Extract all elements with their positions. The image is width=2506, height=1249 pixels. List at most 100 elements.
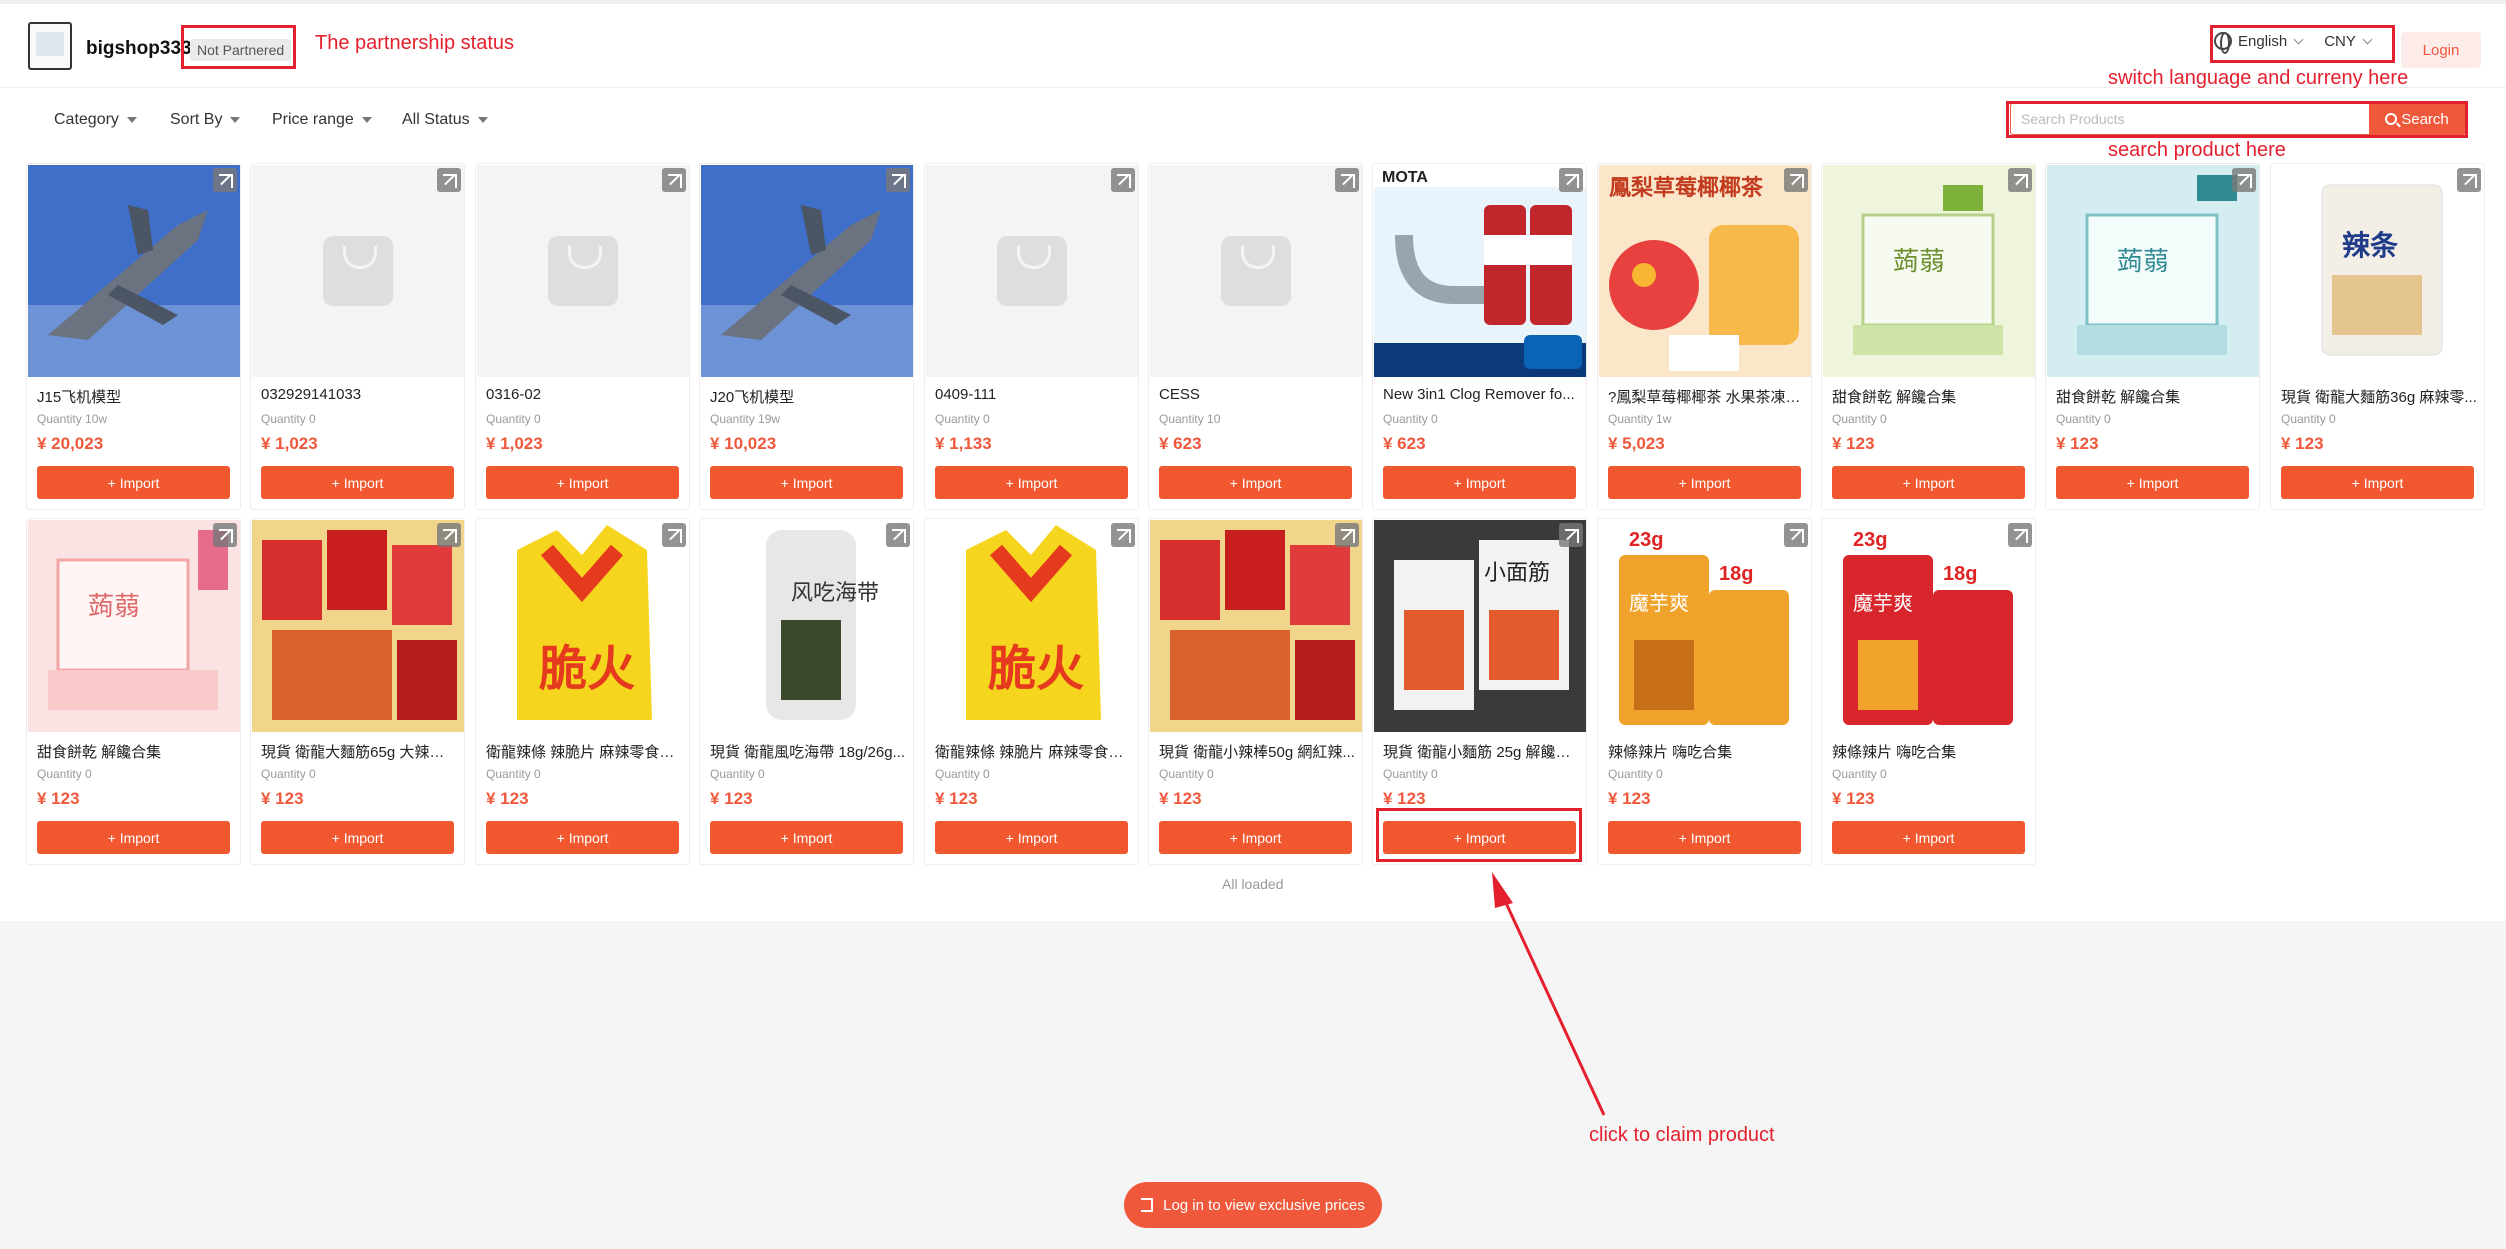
search-input[interactable] xyxy=(2011,104,2369,134)
product-card[interactable]: 辣条 現貨 衛龍大麵筋36g 麻辣零... Quantity 0 ¥ 123 +… xyxy=(2270,163,2485,510)
product-title[interactable]: 現貨 衛龍小辣棒50g 網紅辣... xyxy=(1159,741,1355,762)
import-button[interactable]: + Import xyxy=(1159,466,1352,499)
price-range-filter[interactable]: Price range xyxy=(272,111,372,129)
product-image[interactable] xyxy=(926,165,1138,377)
product-image[interactable] xyxy=(477,165,689,377)
product-image[interactable]: 脆火 xyxy=(926,520,1138,732)
product-card[interactable]: J15飞机模型 Quantity 10w ¥ 20,023 + Import xyxy=(26,163,241,510)
expand-icon[interactable] xyxy=(2008,168,2032,192)
product-title[interactable]: 現貨 衛龍大麵筋36g 麻辣零... xyxy=(2281,386,2477,407)
product-title[interactable]: 衛龍辣條 辣脆片 麻辣零食辣... xyxy=(935,741,1131,762)
product-title[interactable]: 辣條辣片 嗨吃合集 xyxy=(1832,741,2028,762)
product-image[interactable]: 鳳梨草莓椰椰茶 xyxy=(1599,165,1811,377)
product-image[interactable]: 23g 18g 魔芋爽 xyxy=(1823,520,2035,732)
expand-icon[interactable] xyxy=(2232,168,2256,192)
expand-icon[interactable] xyxy=(1335,523,1359,547)
import-button[interactable]: + Import xyxy=(1832,466,2025,499)
product-title[interactable]: 現貨 衛龍風吃海帶 18g/26g... xyxy=(710,741,906,762)
product-image[interactable]: 脆火 xyxy=(477,520,689,732)
expand-icon[interactable] xyxy=(1335,168,1359,192)
login-button[interactable]: Login xyxy=(2401,32,2481,68)
sort-filter[interactable]: Sort By xyxy=(170,111,241,129)
product-card[interactable]: 脆火 衛龍辣條 辣脆片 麻辣零食辣... Quantity 0 ¥ 123 + … xyxy=(475,518,690,865)
product-image[interactable]: 风吃海带 xyxy=(701,520,913,732)
import-button[interactable]: + Import xyxy=(1608,821,1801,854)
import-button[interactable]: + Import xyxy=(1383,466,1576,499)
product-title[interactable]: 0316-02 xyxy=(486,386,682,403)
expand-icon[interactable] xyxy=(1111,523,1135,547)
product-card[interactable]: J20飞机模型 Quantity 19w ¥ 10,023 + Import xyxy=(699,163,914,510)
product-card[interactable]: 小面筋 現貨 衛龍小麵筋 25g 解饞小... Quantity 0 ¥ 123… xyxy=(1372,518,1587,865)
import-button[interactable]: + Import xyxy=(1383,821,1576,854)
import-button[interactable]: + Import xyxy=(2056,466,2249,499)
product-title[interactable]: 0409-111 xyxy=(935,386,1131,403)
product-title[interactable]: 甜食餅乾 解饞合集 xyxy=(2056,386,2252,407)
product-card[interactable]: 鳳梨草莓椰椰茶 ?鳳梨草莓椰椰茶 水果茶凍幹... Quantity 1w ¥ … xyxy=(1597,163,1812,510)
import-button[interactable]: + Import xyxy=(486,821,679,854)
import-button[interactable]: + Import xyxy=(1159,821,1352,854)
expand-icon[interactable] xyxy=(213,523,237,547)
product-card[interactable]: CESS Quantity 10 ¥ 623 + Import xyxy=(1148,163,1363,510)
expand-icon[interactable] xyxy=(662,523,686,547)
language-currency-switcher[interactable]: English CNY xyxy=(2214,32,2373,54)
import-button[interactable]: + Import xyxy=(2281,466,2474,499)
product-image[interactable] xyxy=(28,165,240,377)
expand-icon[interactable] xyxy=(437,168,461,192)
product-image[interactable] xyxy=(1150,520,1362,732)
expand-icon[interactable] xyxy=(1559,523,1583,547)
product-card[interactable]: 現貨 衛龍小辣棒50g 網紅辣... Quantity 0 ¥ 123 + Im… xyxy=(1148,518,1363,865)
expand-icon[interactable] xyxy=(2457,168,2481,192)
search-button[interactable]: Search xyxy=(2369,104,2465,134)
product-image[interactable] xyxy=(252,165,464,377)
product-image[interactable] xyxy=(1150,165,1362,377)
product-image[interactable]: 蒟蒻 xyxy=(2047,165,2259,377)
product-card[interactable]: 蒟蒻 甜食餅乾 解饞合集 Quantity 0 ¥ 123 + Import xyxy=(1821,163,2036,510)
import-button[interactable]: + Import xyxy=(261,466,454,499)
expand-icon[interactable] xyxy=(437,523,461,547)
product-title[interactable]: 衛龍辣條 辣脆片 麻辣零食辣... xyxy=(486,741,682,762)
product-title[interactable]: J20飞机模型 xyxy=(710,386,906,407)
product-card[interactable]: 风吃海带 現貨 衛龍風吃海帶 18g/26g... Quantity 0 ¥ 1… xyxy=(699,518,914,865)
import-button[interactable]: + Import xyxy=(37,821,230,854)
import-button[interactable]: + Import xyxy=(935,821,1128,854)
product-card[interactable]: MOTA New 3in1 Clog Remover fo... Quantit… xyxy=(1372,163,1587,510)
language-select[interactable]: English xyxy=(2238,33,2287,50)
expand-icon[interactable] xyxy=(1111,168,1135,192)
product-title[interactable]: CESS xyxy=(1159,386,1355,403)
import-button[interactable]: + Import xyxy=(710,821,903,854)
import-button[interactable]: + Import xyxy=(486,466,679,499)
product-image[interactable]: 蒟蒻 xyxy=(28,520,240,732)
import-button[interactable]: + Import xyxy=(261,821,454,854)
category-filter[interactable]: Category xyxy=(54,111,137,129)
import-button[interactable]: + Import xyxy=(935,466,1128,499)
product-card[interactable]: 0409-111 Quantity 0 ¥ 1,133 + Import xyxy=(924,163,1139,510)
product-image[interactable] xyxy=(252,520,464,732)
expand-icon[interactable] xyxy=(1784,168,1808,192)
product-card[interactable]: 脆火 衛龍辣條 辣脆片 麻辣零食辣... Quantity 0 ¥ 123 + … xyxy=(924,518,1139,865)
product-title[interactable]: 032929141033 xyxy=(261,386,457,403)
product-image[interactable]: 蒟蒻 xyxy=(1823,165,2035,377)
login-prompt-button[interactable]: Log in to view exclusive prices xyxy=(1124,1182,1382,1228)
import-button[interactable]: + Import xyxy=(1832,821,2025,854)
product-title[interactable]: 現貨 衛龍小麵筋 25g 解饞小... xyxy=(1383,741,1579,762)
product-card[interactable]: 蒟蒻 甜食餅乾 解饞合集 Quantity 0 ¥ 123 + Import xyxy=(2045,163,2260,510)
product-image[interactable]: 辣条 xyxy=(2272,165,2484,377)
import-button[interactable]: + Import xyxy=(37,466,230,499)
import-button[interactable]: + Import xyxy=(710,466,903,499)
expand-icon[interactable] xyxy=(213,168,237,192)
product-image[interactable]: MOTA xyxy=(1374,165,1586,377)
import-button[interactable]: + Import xyxy=(1608,466,1801,499)
product-title[interactable]: 甜食餅乾 解饞合集 xyxy=(1832,386,2028,407)
product-title[interactable]: 辣條辣片 嗨吃合集 xyxy=(1608,741,1804,762)
currency-select[interactable]: CNY xyxy=(2324,33,2356,50)
product-image[interactable]: 小面筋 xyxy=(1374,520,1586,732)
product-title[interactable]: 甜食餅乾 解饞合集 xyxy=(37,741,233,762)
product-card[interactable]: 蒟蒻 甜食餅乾 解饞合集 Quantity 0 ¥ 123 + Import xyxy=(26,518,241,865)
product-card[interactable]: 23g 18g 魔芋爽 辣條辣片 嗨吃合集 Quantity 0 ¥ 123 + I… xyxy=(1821,518,2036,865)
expand-icon[interactable] xyxy=(1559,168,1583,192)
product-image[interactable] xyxy=(701,165,913,377)
expand-icon[interactable] xyxy=(2008,523,2032,547)
expand-icon[interactable] xyxy=(662,168,686,192)
product-card[interactable]: 032929141033 Quantity 0 ¥ 1,023 + Import xyxy=(250,163,465,510)
product-title[interactable]: 現貨 衛龍大麵筋65g 大辣條 ... xyxy=(261,741,457,762)
